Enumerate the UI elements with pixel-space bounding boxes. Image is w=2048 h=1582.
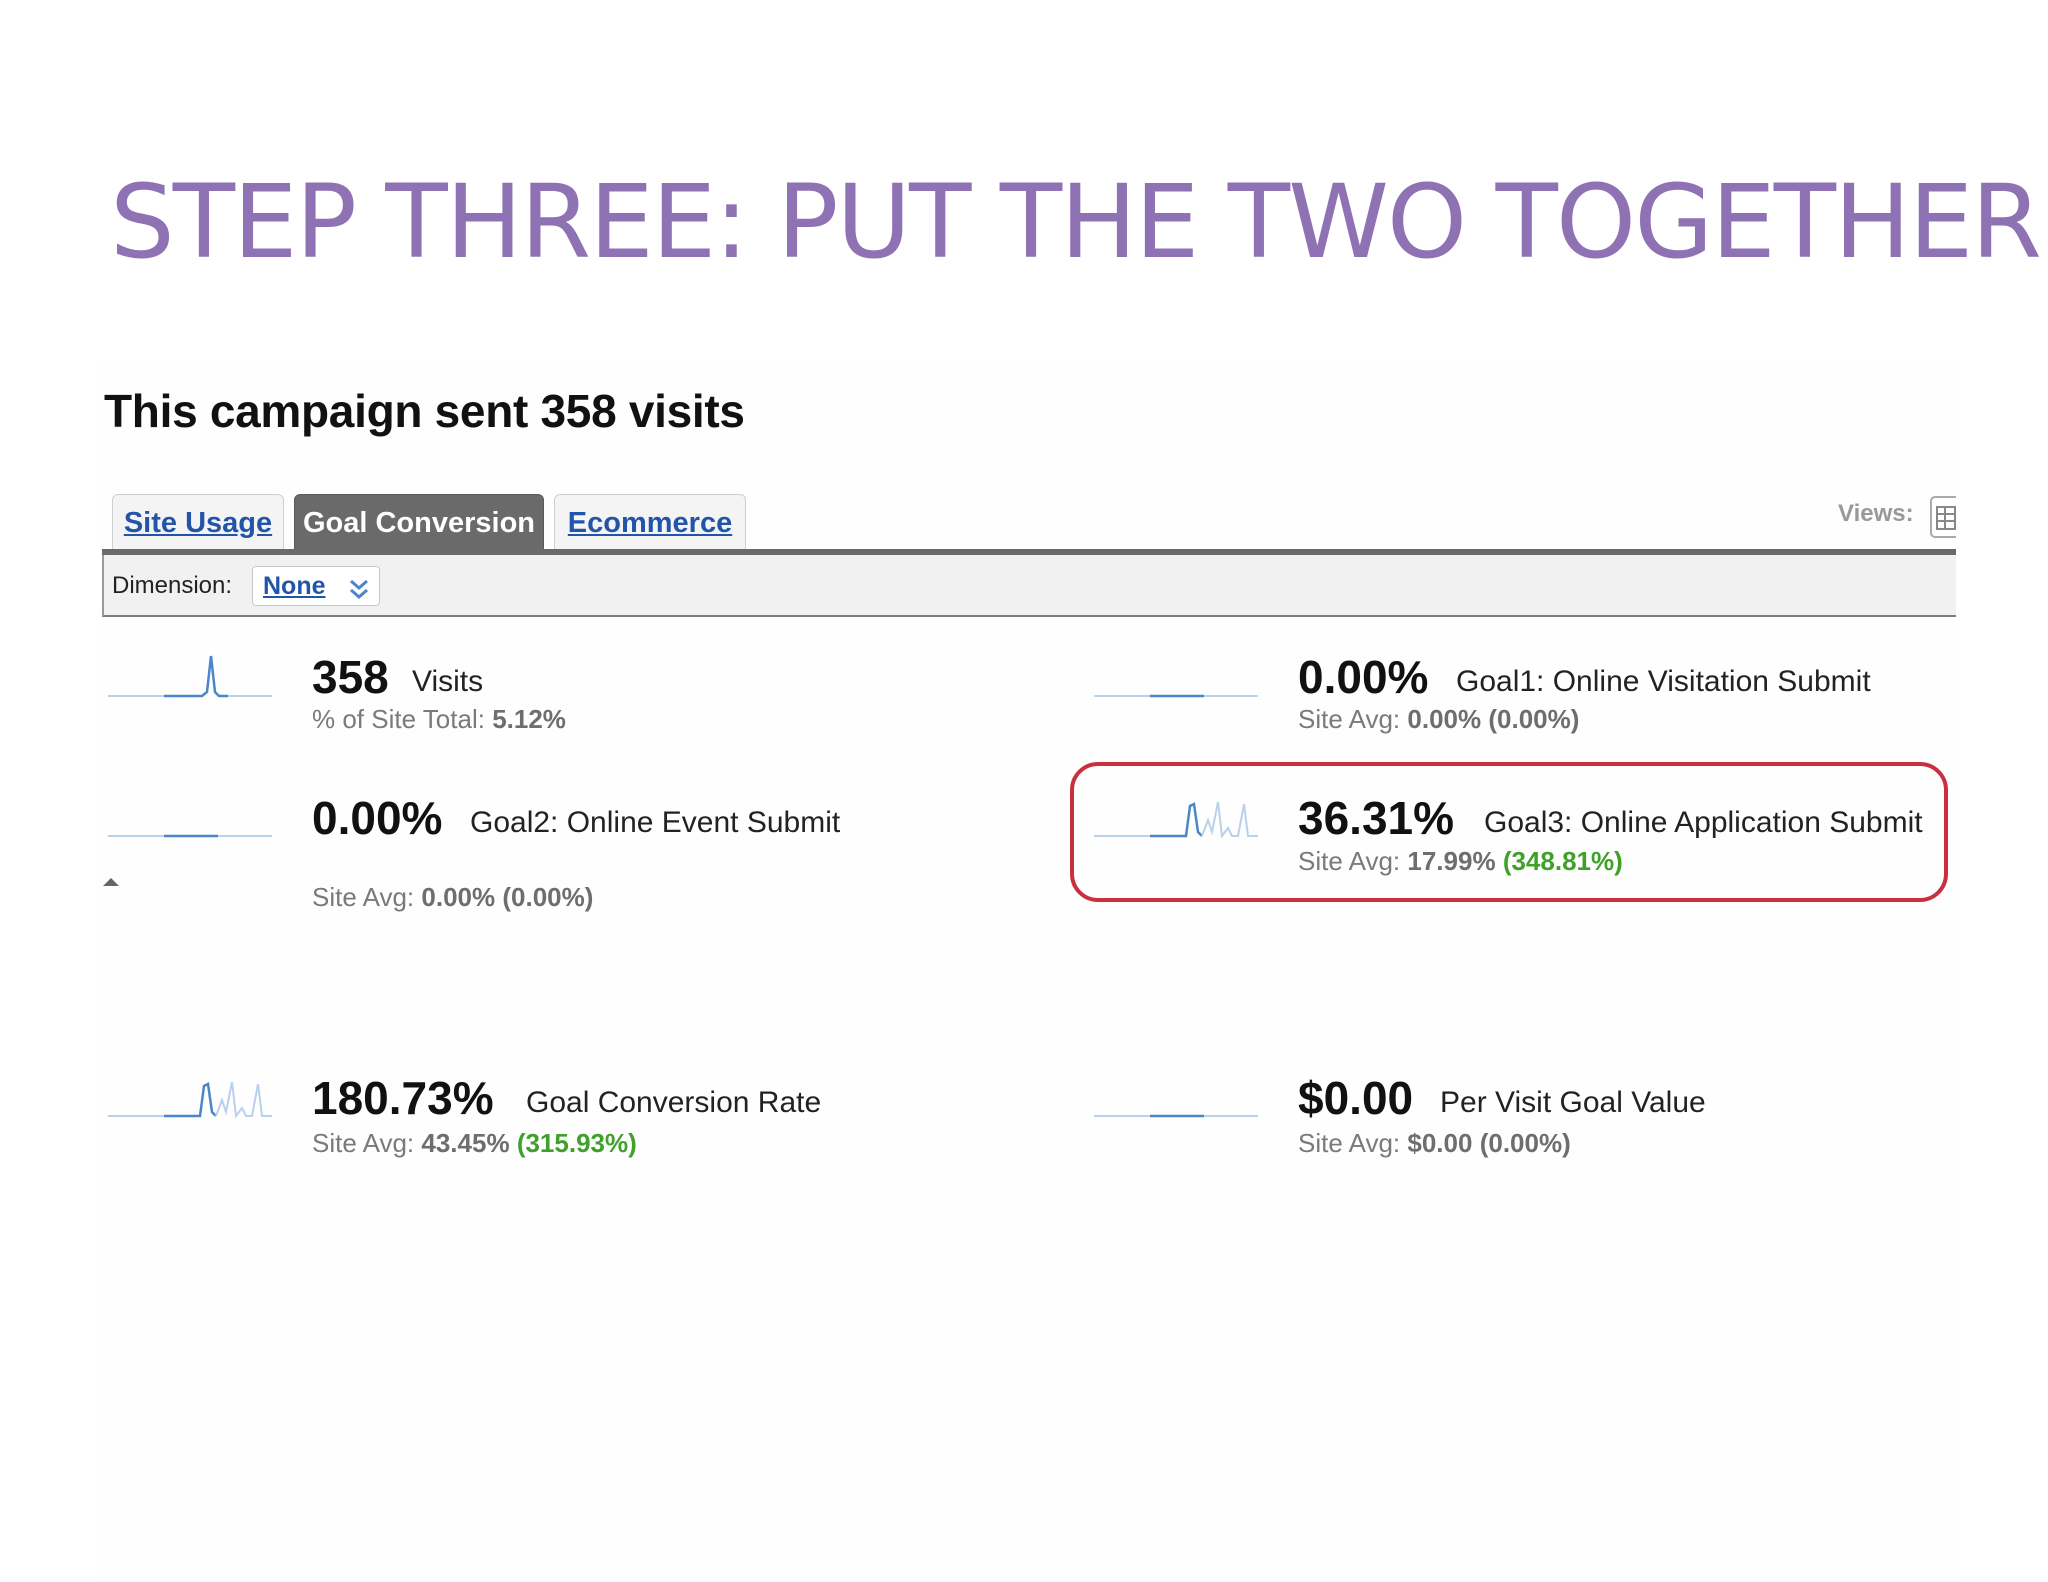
- goal1-label: Goal1: Online Visitation Submit: [1456, 665, 1871, 698]
- goal2-sparkline: [108, 834, 272, 838]
- conversion-rate-label: Goal Conversion Rate: [526, 1086, 822, 1119]
- views-table-button[interactable]: [1930, 496, 1956, 538]
- collapse-arrow-icon[interactable]: [102, 876, 120, 888]
- goal3-sparkline: [1094, 801, 1258, 839]
- goal2-label: Goal2: Online Event Submit: [470, 806, 841, 839]
- dimension-bar: [102, 555, 1956, 617]
- goal-value-sparkline: [1094, 1114, 1258, 1118]
- dimension-value[interactable]: None: [263, 572, 326, 601]
- goal1-sparkline: [1094, 694, 1258, 698]
- views-label: Views:: [1838, 500, 1914, 527]
- goal-value-site-avg: Site Avg: $0.00 (0.00%): [1298, 1128, 1571, 1158]
- visits-value: 358: [312, 651, 389, 703]
- conversion-rate-site-avg: Site Avg: 43.45% (315.93%): [312, 1128, 637, 1158]
- visits-sparkline: [108, 655, 272, 698]
- tab-site-usage[interactable]: Site Usage: [112, 494, 284, 550]
- conversion-rate-sparkline: [108, 1081, 272, 1119]
- goal1-site-avg: Site Avg: 0.00% (0.00%): [1298, 704, 1580, 734]
- goal3-label: Goal3: Online Application Submit: [1484, 806, 1923, 839]
- slide-title: STEP THREE: PUT THE TWO TOGETHER: [110, 163, 2042, 282]
- visits-site-total: % of Site Total: 5.12%: [312, 704, 566, 734]
- goal3-site-avg: Site Avg: 17.99% (348.81%): [1298, 846, 1623, 876]
- goal1-value: 0.00%: [1298, 651, 1429, 703]
- dimension-label: Dimension:: [112, 572, 233, 599]
- tab-ecommerce[interactable]: Ecommerce: [554, 494, 746, 550]
- goal3-value: 36.31%: [1298, 792, 1455, 844]
- conversion-rate-value: 180.73%: [312, 1072, 494, 1124]
- grid-view-icon: [1936, 506, 1956, 530]
- report-heading: This campaign sent 358 visits: [104, 385, 745, 437]
- goal2-value: 0.00%: [312, 792, 443, 844]
- goal2-site-avg: Site Avg: 0.00% (0.00%): [312, 882, 594, 912]
- visits-label: Visits: [412, 665, 484, 698]
- chevron-down-icon[interactable]: [348, 576, 370, 602]
- goal-value-value: $0.00: [1298, 1072, 1414, 1124]
- tab-goal-conversion[interactable]: Goal Conversion: [294, 494, 544, 550]
- goal-value-label: Per Visit Goal Value: [1440, 1086, 1706, 1119]
